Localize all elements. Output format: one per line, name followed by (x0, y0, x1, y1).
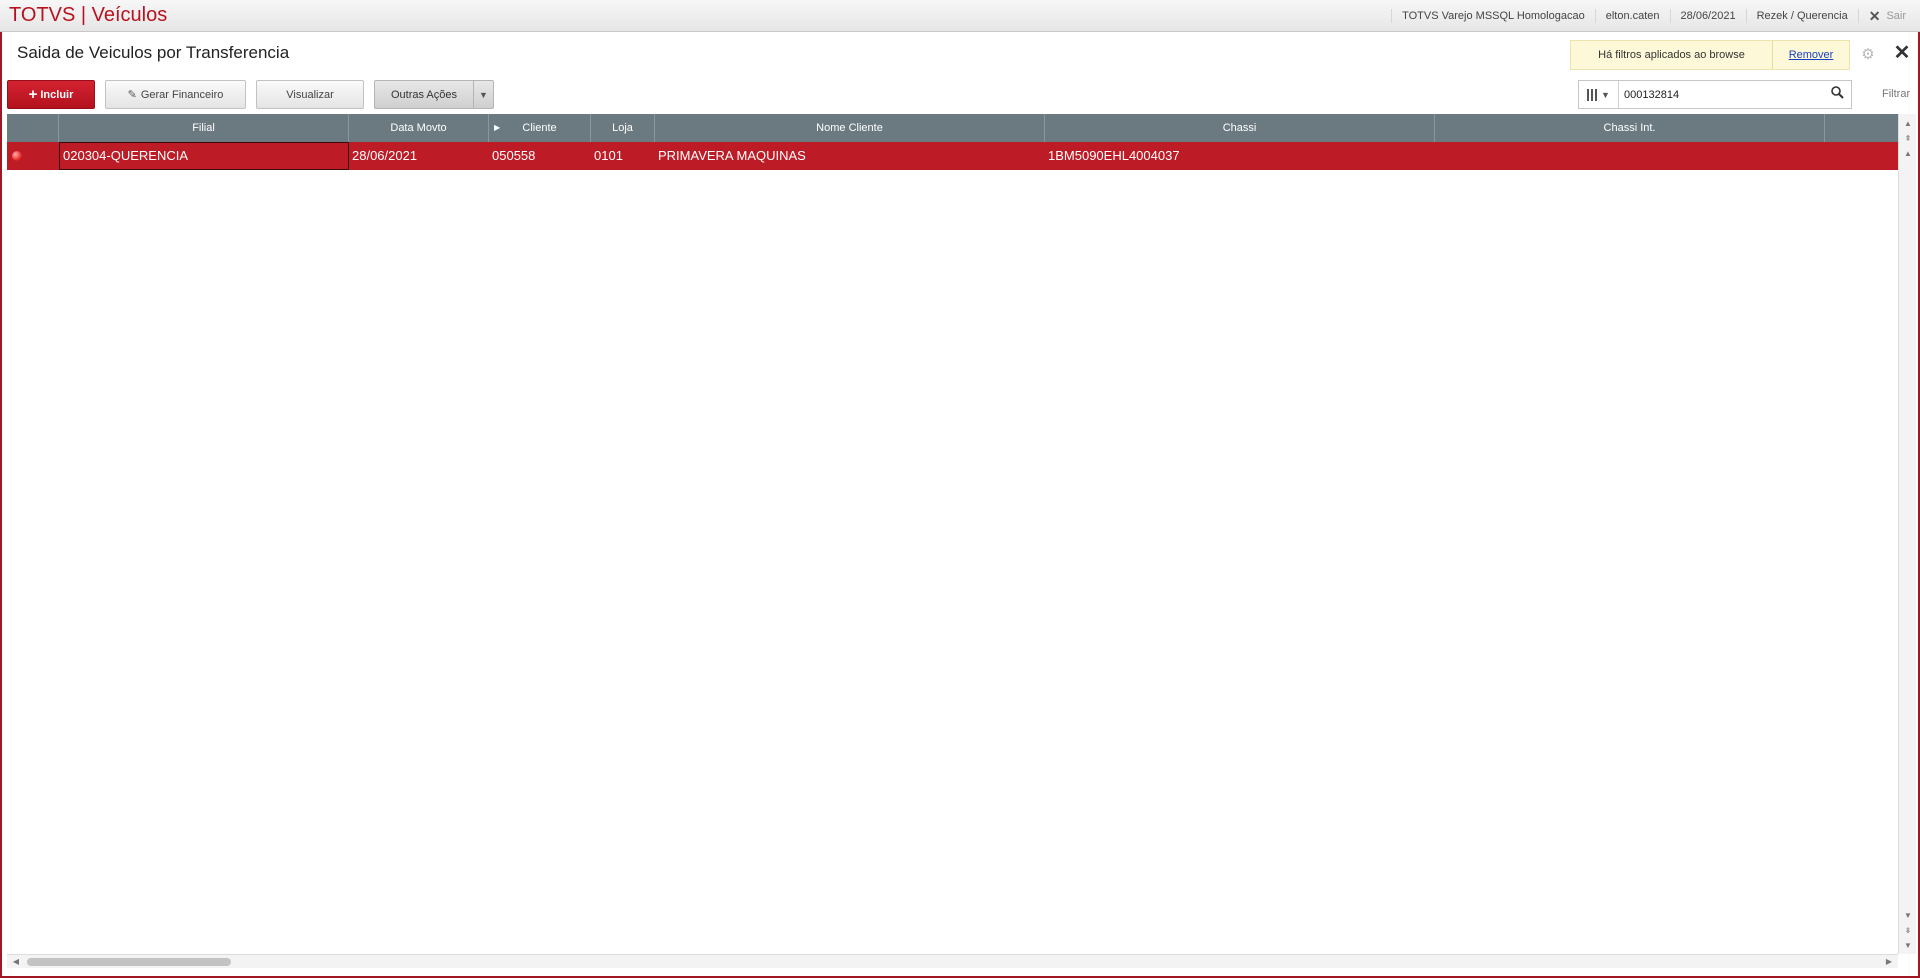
cell-chassi-int[interactable] (1435, 142, 1825, 170)
plus-icon: + (28, 86, 38, 103)
app-title: TOTVS | Veículos (9, 4, 168, 26)
more-actions-label: Outras Ações (390, 88, 458, 101)
remove-filter-link[interactable]: Remover (1773, 49, 1849, 61)
row-status-cell (7, 142, 59, 170)
top-bar: TOTVS | Veículos TOTVS Varejo MSSQL Homo… (0, 0, 1920, 32)
close-page-button[interactable]: ✕ (1892, 43, 1912, 63)
add-button[interactable]: + Incluir (7, 80, 95, 109)
column-header-chassi-int[interactable]: Chassi Int. (1435, 114, 1825, 142)
view-button-label: Visualizar (286, 88, 334, 101)
more-actions-button[interactable]: Outras Ações ▼ (374, 80, 494, 109)
search-icon[interactable] (1823, 85, 1851, 104)
filter-link[interactable]: Filtrar (1882, 88, 1910, 100)
column-header-cliente[interactable]: ▶ Cliente (489, 114, 591, 142)
exit-label: Sair (1886, 10, 1906, 22)
exit-button[interactable]: ✕ Sair (1857, 8, 1920, 24)
search-input[interactable] (1619, 88, 1823, 101)
user-label: elton.caten (1594, 9, 1670, 23)
page-title: Saida de Veiculos por Transferencia (17, 43, 290, 62)
cell-filial[interactable]: 020304-QUERENCIA (59, 142, 349, 170)
column-selector[interactable]: ▼ (1579, 81, 1619, 108)
add-button-label: Incluir (40, 88, 74, 101)
sort-arrow-icon: ▶ (494, 123, 501, 132)
cell-loja[interactable]: 0101 (591, 142, 655, 170)
search-box: ▼ (1578, 80, 1852, 109)
gear-icon[interactable]: ⚙ (1859, 45, 1877, 63)
cell-data-movto[interactable]: 28/06/2021 (349, 142, 489, 170)
cell-chassi[interactable]: 1BM5090EHL4004037 (1045, 142, 1435, 170)
scroll-page-up-icon[interactable]: ⇞ (1901, 132, 1915, 146)
column-header-loja[interactable]: Loja (591, 114, 655, 142)
grid-header: Filial Data Movto ▶ Cliente Loja Nome Cl… (7, 114, 1898, 142)
date-label: 28/06/2021 (1669, 9, 1746, 23)
chevron-down-icon[interactable]: ▼ (473, 81, 493, 108)
filter-notice-text: Há filtros aplicados ao browse (1571, 41, 1773, 69)
table-row[interactable]: 020304-QUERENCIA 28/06/2021 050558 0101 … (7, 142, 1898, 170)
data-grid: Filial Data Movto ▶ Cliente Loja Nome Cl… (7, 114, 1898, 954)
cell-cliente[interactable]: 050558 (489, 142, 591, 170)
close-icon: ✕ (1868, 8, 1881, 24)
horizontal-scroll-thumb[interactable] (27, 958, 231, 966)
generate-finance-label: Gerar Financeiro (140, 88, 224, 101)
scroll-down-icon[interactable]: ▼ (1901, 909, 1915, 923)
scroll-right-icon[interactable]: ▶ (1882, 955, 1896, 969)
column-header-status (7, 114, 59, 142)
column-header-nome-cliente[interactable]: Nome Cliente (655, 114, 1045, 142)
pencil-icon: ✎ (127, 89, 137, 101)
status-red-icon (12, 151, 22, 161)
column-header-data-movto[interactable]: Data Movto (349, 114, 489, 142)
horizontal-scrollbar[interactable]: ◀ ▶ (7, 954, 1898, 968)
cell-nome-cliente[interactable]: PRIMAVERA MAQUINAS (655, 142, 1045, 170)
scroll-page-down-icon[interactable]: ⇟ (1901, 924, 1915, 938)
generate-finance-button[interactable]: ✎ Gerar Financeiro (105, 80, 246, 109)
chevron-down-icon: ▼ (1601, 89, 1610, 100)
filter-notice: Há filtros aplicados ao browse Remover (1570, 40, 1850, 70)
column-header-cliente-label: Cliente (522, 122, 557, 134)
view-button[interactable]: Visualizar (256, 80, 364, 109)
vertical-scrollbar[interactable]: ▲ ⇞ ▲ ▼ ⇟ ▼ (1898, 114, 1916, 954)
columns-icon (1587, 88, 1598, 101)
branch-label[interactable]: Rezek / Querencia (1745, 9, 1858, 23)
scroll-up-icon[interactable]: ▲ (1901, 147, 1915, 161)
scroll-left-icon[interactable]: ◀ (9, 955, 23, 969)
column-header-chassi[interactable]: Chassi (1045, 114, 1435, 142)
scroll-bottom-icon[interactable]: ▼ (1901, 939, 1915, 953)
column-header-filial[interactable]: Filial (59, 114, 349, 142)
scroll-top-icon[interactable]: ▲ (1901, 117, 1915, 131)
session-info: TOTVS Varejo MSSQL Homologacao elton.cat… (1391, 0, 1920, 32)
environment-label: TOTVS Varejo MSSQL Homologacao (1391, 9, 1595, 23)
